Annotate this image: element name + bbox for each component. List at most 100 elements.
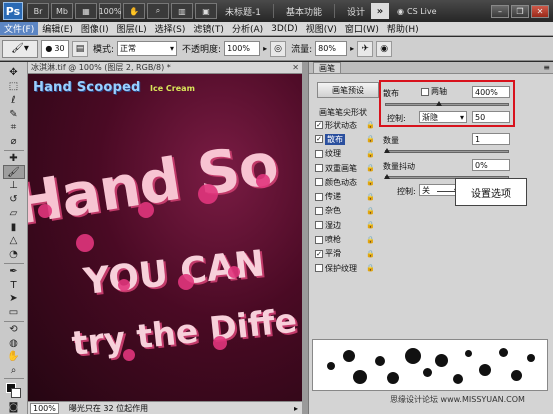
lock-icon[interactable]: 🔒 bbox=[366, 178, 375, 186]
menu-select[interactable]: 选择(S) bbox=[151, 22, 190, 35]
brush-tip-shape-item[interactable]: 画笔笔尖形状 bbox=[313, 106, 377, 118]
tab-brush[interactable]: 画笔 bbox=[313, 62, 341, 73]
airbrush-icon[interactable]: ✈ bbox=[357, 40, 374, 57]
3d-rotate-tool-icon[interactable]: ⟲ bbox=[3, 322, 25, 336]
crop-tool-icon[interactable]: ⌗ bbox=[3, 121, 25, 135]
document-tab[interactable]: 冰淇淋.tif @ 100% (图层 2, RGB/8) * ✕ bbox=[28, 62, 302, 74]
extras-button[interactable]: ▦ bbox=[75, 3, 97, 19]
brush-setting-item[interactable]: 保护纹理 🔒 bbox=[313, 261, 377, 275]
pressure-opacity-icon[interactable]: ◎ bbox=[270, 40, 287, 57]
count-jitter-input[interactable]: 0% bbox=[472, 159, 510, 171]
brush-setting-item[interactable]: 湿边 🔒 bbox=[313, 218, 377, 232]
menu-analysis[interactable]: 分析(A) bbox=[228, 22, 267, 35]
workspace-essentials[interactable]: 基本功能 bbox=[286, 5, 322, 18]
menu-window[interactable]: 窗口(W) bbox=[341, 22, 383, 35]
marquee-tool-icon[interactable]: ⬚ bbox=[3, 80, 25, 94]
slider-knob-icon[interactable] bbox=[384, 148, 390, 153]
type-tool-icon[interactable]: T bbox=[3, 278, 25, 292]
lock-icon[interactable]: 🔒 bbox=[366, 264, 375, 272]
zoom-level-button[interactable]: 100% bbox=[99, 3, 121, 19]
shape-tool-icon[interactable]: ▭ bbox=[3, 306, 25, 320]
setting-checkbox[interactable]: ✓ bbox=[315, 121, 323, 130]
opacity-input[interactable]: 100% bbox=[224, 41, 261, 56]
lock-icon[interactable]: 🔒 bbox=[366, 150, 375, 158]
control-select[interactable]: 渐隐 ▾ bbox=[419, 111, 467, 123]
setting-checkbox[interactable] bbox=[315, 178, 323, 187]
clone-stamp-tool-icon[interactable]: ⊥ bbox=[3, 179, 25, 193]
pen-tool-icon[interactable]: ✒ bbox=[3, 265, 25, 279]
color-swatches-icon[interactable] bbox=[3, 380, 25, 400]
setting-checkbox[interactable] bbox=[315, 149, 323, 158]
close-icon[interactable]: ✕ bbox=[531, 4, 549, 18]
brush-tool-icon[interactable]: 🖌 bbox=[2, 165, 25, 180]
menu-help[interactable]: 帮助(H) bbox=[383, 22, 423, 35]
mode-select[interactable]: 正常 ▾ bbox=[117, 41, 178, 56]
healing-brush-tool-icon[interactable]: ✚ bbox=[3, 151, 25, 165]
bridge-button[interactable]: Br bbox=[27, 3, 49, 19]
lock-icon[interactable]: 🔒 bbox=[366, 135, 375, 143]
zoom-button[interactable]: ⌕ bbox=[147, 3, 169, 19]
3d-orbit-tool-icon[interactable]: ◍ bbox=[3, 336, 25, 350]
quick-select-tool-icon[interactable]: ✎ bbox=[3, 107, 25, 121]
chevron-right-icon[interactable]: ▸ bbox=[350, 44, 354, 53]
brush-setting-item[interactable]: ✓ 平滑 🔒 bbox=[313, 247, 377, 261]
setting-checkbox[interactable] bbox=[315, 164, 323, 173]
zoom-field[interactable]: 100% bbox=[30, 402, 59, 414]
setting-checkbox[interactable]: ✓ bbox=[315, 249, 323, 258]
brush-setting-item[interactable]: 纹理 🔒 bbox=[313, 147, 377, 161]
chevron-right-icon[interactable]: ▸ bbox=[263, 44, 267, 53]
flow-input[interactable]: 80% bbox=[315, 41, 348, 56]
menu-filter[interactable]: 滤镜(T) bbox=[189, 22, 228, 35]
arrange-button[interactable]: ▥ bbox=[171, 3, 193, 19]
pressure-size-icon[interactable]: ◉ bbox=[376, 40, 393, 57]
eraser-tool-icon[interactable]: ▱ bbox=[3, 207, 25, 221]
lock-icon[interactable]: 🔒 bbox=[366, 121, 375, 129]
hand-tool-icon[interactable]: ✋ bbox=[3, 350, 25, 364]
screen-mode-button[interactable]: ▣ bbox=[195, 3, 217, 19]
slider-knob-icon[interactable] bbox=[384, 174, 390, 179]
menu-edit[interactable]: 编辑(E) bbox=[38, 22, 77, 35]
menu-view[interactable]: 视图(V) bbox=[302, 22, 341, 35]
menu-layer[interactable]: 图层(L) bbox=[113, 22, 151, 35]
brush-setting-item[interactable]: 杂色 🔒 bbox=[313, 204, 377, 218]
slider-knob-icon[interactable] bbox=[436, 101, 442, 106]
menu-3d[interactable]: 3D(D) bbox=[267, 24, 302, 34]
more-workspaces-button[interactable]: » bbox=[371, 3, 390, 19]
path-select-tool-icon[interactable]: ➤ bbox=[3, 292, 25, 306]
brush-setting-item[interactable]: 颜色动态 🔒 bbox=[313, 175, 377, 189]
lock-icon[interactable]: 🔒 bbox=[366, 250, 375, 258]
panel-menu-icon[interactable]: ≡ bbox=[543, 63, 550, 72]
brush-panel-toggle-icon[interactable]: ▤ bbox=[72, 40, 88, 57]
setting-checkbox[interactable] bbox=[315, 206, 323, 215]
close-tab-icon[interactable]: ✕ bbox=[292, 63, 299, 72]
setting-checkbox[interactable] bbox=[315, 264, 323, 273]
chevron-right-icon[interactable]: ▸ bbox=[294, 404, 298, 413]
lock-icon[interactable]: 🔒 bbox=[366, 193, 375, 201]
lasso-tool-icon[interactable]: ℓ bbox=[3, 94, 25, 108]
eyedropper-tool-icon[interactable]: ⌀ bbox=[3, 135, 25, 149]
mini-bridge-button[interactable]: Mb bbox=[51, 3, 73, 19]
lock-icon[interactable]: 🔒 bbox=[366, 207, 375, 215]
setting-checkbox[interactable]: ✓ bbox=[315, 135, 323, 144]
tool-preset-picker[interactable]: 🖌 ▾ bbox=[2, 39, 38, 58]
lock-icon[interactable]: 🔒 bbox=[366, 164, 375, 172]
menu-file[interactable]: 文件(F) bbox=[0, 22, 39, 35]
setting-checkbox[interactable] bbox=[315, 221, 323, 230]
workspace-design[interactable]: 设计 bbox=[347, 5, 365, 18]
scatter-input[interactable]: 400% bbox=[472, 86, 510, 98]
brush-setting-item[interactable]: 双重画笔 🔒 bbox=[313, 161, 377, 175]
count-input[interactable]: 1 bbox=[472, 133, 510, 145]
setting-checkbox[interactable] bbox=[315, 235, 323, 244]
blur-tool-icon[interactable]: △ bbox=[3, 234, 25, 248]
brush-setting-item[interactable]: 喷枪 🔒 bbox=[313, 232, 377, 246]
scatter-slider[interactable] bbox=[385, 101, 509, 106]
restore-icon[interactable]: ❐ bbox=[511, 4, 529, 18]
dodge-tool-icon[interactable]: ◔ bbox=[3, 248, 25, 262]
quick-mask-icon[interactable]: ◙ bbox=[3, 400, 25, 414]
image-canvas[interactable]: Hand Scooped Ice Cream Hand So YOU CAN t… bbox=[28, 74, 302, 401]
brush-setting-item[interactable]: ✓ 散布 🔒 bbox=[313, 132, 377, 146]
move-tool-icon[interactable]: ✥ bbox=[3, 66, 25, 80]
brush-setting-item[interactable]: ✓ 形状动态 🔒 bbox=[313, 118, 377, 132]
minimize-icon[interactable]: – bbox=[491, 4, 509, 18]
count-slider[interactable] bbox=[384, 148, 509, 153]
